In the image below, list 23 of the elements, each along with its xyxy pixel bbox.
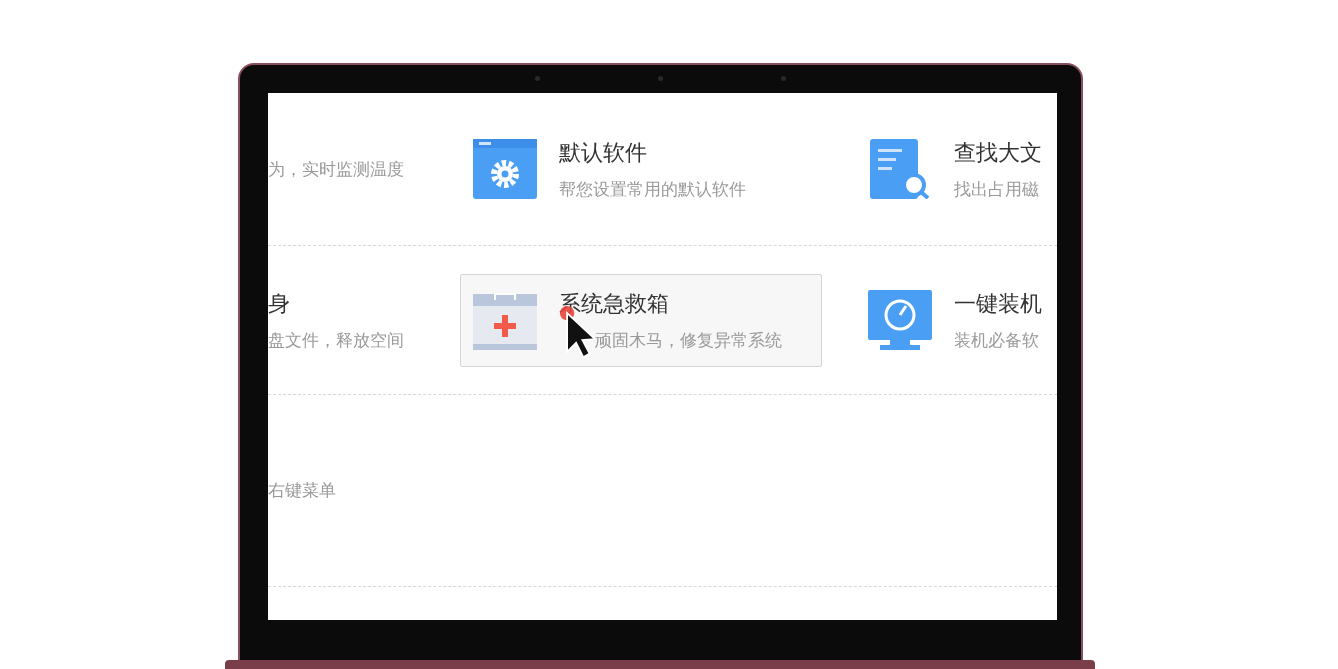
tool-card[interactable]: 一键装机 装机必备软 (854, 273, 1057, 367)
monitor-gauge-icon (867, 290, 932, 350)
tool-description: 顽固木马，修复异常系统 (593, 328, 782, 352)
tool-description: 盘文件，释放空间 (267, 328, 405, 352)
tool-title: 一键装机 (953, 289, 1042, 318)
tool-card[interactable]: 查找大文 找出占用磁 (854, 122, 1057, 216)
tool-card[interactable]: 系统急救箱 顽固木马，修复异常系统 (459, 273, 822, 367)
sensor-dot (534, 76, 540, 81)
tool-description: 右键菜单 (267, 479, 337, 502)
tool-title: 查找大文 (953, 138, 1042, 167)
tool-title: 默认软件 (558, 138, 648, 167)
tool-description: 装机必备软 (953, 328, 1040, 352)
sensor-dot (780, 76, 786, 81)
document-search-icon (867, 139, 932, 199)
settings-icon (472, 139, 537, 199)
tool-card[interactable]: 默认软件 帮您设置常用的默认软件 (459, 122, 822, 216)
tool-description: 找出占用磁 (953, 177, 1040, 201)
first-aid-kit-icon (472, 290, 537, 350)
tool-title: 身 (267, 289, 291, 318)
tool-description: 为，实时监测温度 (267, 157, 405, 181)
tool-description: 帮您设置常用的默认软件 (558, 177, 746, 201)
camera-dot (657, 76, 663, 81)
tool-title: 系统急救箱 (558, 289, 670, 318)
